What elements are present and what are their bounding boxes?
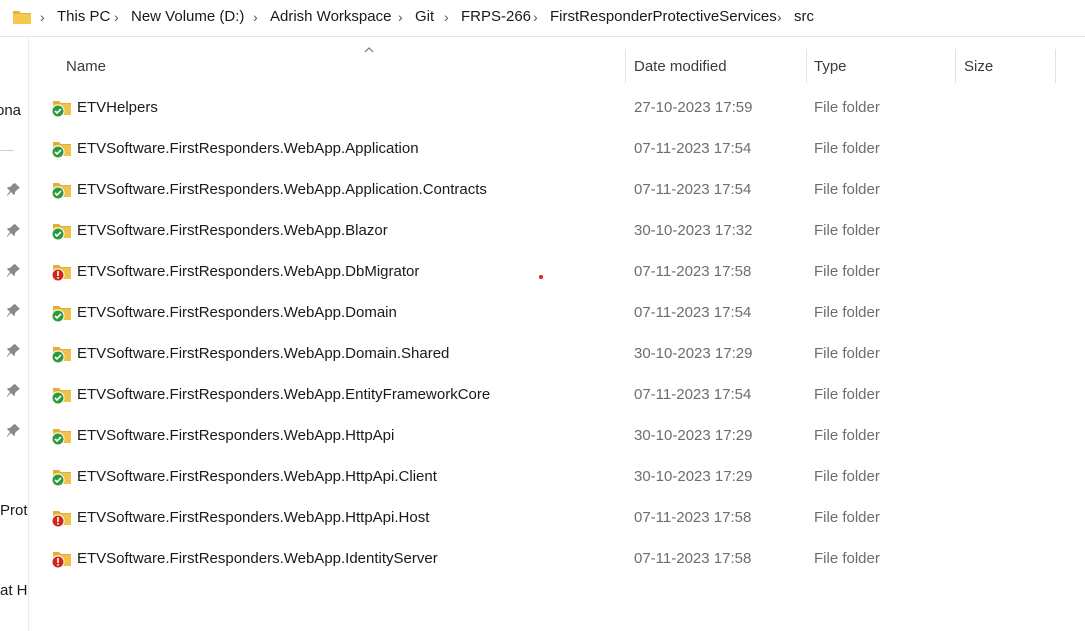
chevron-right-icon[interactable]: › — [40, 8, 45, 26]
pin-icon[interactable] — [7, 423, 21, 442]
pin-icon[interactable] — [7, 383, 21, 402]
chevron-right-icon[interactable]: › — [444, 8, 449, 26]
folder-synced-icon — [51, 139, 73, 159]
file-name: ETVHelpers — [77, 99, 158, 116]
folder-synced-icon — [51, 98, 73, 118]
column-divider[interactable] — [625, 49, 626, 83]
file-date-modified: 27-10-2023 17:59 — [634, 99, 753, 116]
chevron-right-icon[interactable]: › — [253, 8, 258, 26]
pin-icon[interactable] — [7, 263, 21, 282]
file-row[interactable]: ETVSoftware.FirstResponders.WebApp.HttpA… — [28, 458, 1085, 496]
folder-synced-icon — [51, 221, 73, 241]
column-divider[interactable] — [806, 49, 807, 83]
breadcrumb-src[interactable]: src — [794, 8, 814, 26]
file-date-modified: 07-11-2023 17:58 — [634, 509, 752, 526]
file-date-modified: 30-10-2023 17:29 — [634, 345, 753, 362]
pin-icon[interactable] — [7, 343, 21, 362]
folder-synced-icon — [51, 344, 73, 364]
file-type: File folder — [814, 345, 880, 362]
breadcrumb-adrish-workspace[interactable]: Adrish Workspace — [270, 8, 391, 26]
file-name: ETVSoftware.FirstResponders.WebApp.Entit… — [77, 386, 491, 403]
file-date-modified: 07-11-2023 17:54 — [634, 304, 752, 321]
file-row[interactable]: ETVHelpers 27-10-2023 17:59 File folder — [28, 89, 1085, 127]
file-date-modified: 07-11-2023 17:58 — [634, 263, 752, 280]
file-name: ETVSoftware.FirstResponders.WebApp.HttpA… — [77, 427, 395, 444]
file-name: ETVSoftware.FirstResponders.WebApp.Domai… — [77, 304, 397, 321]
breadcrumb-frps-266[interactable]: FRPS-266 — [461, 8, 531, 26]
column-size[interactable]: Size — [964, 58, 993, 76]
navigation-pane[interactable]: ona Prot at H — [0, 37, 29, 631]
pin-icon[interactable] — [7, 223, 21, 242]
breadcrumb-first-responder-protective-services[interactable]: FirstResponderProtectiveServices — [550, 8, 777, 26]
file-date-modified: 07-11-2023 17:54 — [634, 181, 752, 198]
file-row[interactable]: ETVSoftware.FirstResponders.WebApp.HttpA… — [28, 499, 1085, 537]
column-name[interactable]: Name — [66, 58, 106, 76]
file-row[interactable]: ETVSoftware.FirstResponders.WebApp.Domai… — [28, 335, 1085, 373]
pin-icon[interactable] — [7, 182, 21, 201]
file-date-modified: 07-11-2023 17:54 — [634, 140, 752, 157]
file-name: ETVSoftware.FirstResponders.WebApp.Domai… — [77, 345, 450, 362]
folder-synced-icon — [51, 180, 73, 200]
column-divider[interactable] — [1055, 49, 1056, 83]
file-date-modified: 07-11-2023 17:58 — [634, 550, 752, 567]
file-type: File folder — [814, 550, 880, 567]
folder-icon — [12, 8, 32, 30]
file-name: ETVSoftware.FirstResponders.WebApp.Appli… — [77, 140, 419, 157]
folder-modified-icon — [51, 508, 73, 528]
folder-modified-icon — [51, 262, 73, 282]
file-type: File folder — [814, 509, 880, 526]
folder-synced-icon — [51, 426, 73, 446]
breadcrumb-new-volume[interactable]: New Volume (D:) — [131, 8, 244, 26]
file-date-modified: 30-10-2023 17:29 — [634, 427, 753, 444]
chevron-right-icon[interactable]: › — [114, 8, 119, 26]
breadcrumb-this-pc[interactable]: This PC — [57, 8, 110, 26]
file-date-modified: 30-10-2023 17:32 — [634, 222, 753, 239]
column-date-modified[interactable]: Date modified — [634, 58, 727, 76]
folder-modified-icon — [51, 549, 73, 569]
file-name: ETVSoftware.FirstResponders.WebApp.DbMig… — [77, 263, 420, 280]
nav-item-partial[interactable]: at H — [0, 582, 28, 600]
file-type: File folder — [814, 263, 880, 280]
file-type: File folder — [814, 99, 880, 116]
file-name: ETVSoftware.FirstResponders.WebApp.Appli… — [77, 181, 487, 198]
file-row[interactable]: ETVSoftware.FirstResponders.WebApp.Appli… — [28, 130, 1085, 168]
file-row[interactable]: ETVSoftware.FirstResponders.WebApp.Ident… — [28, 540, 1085, 578]
column-type[interactable]: Type — [814, 58, 847, 76]
cursor-dot — [539, 275, 543, 279]
file-row[interactable]: ETVSoftware.FirstResponders.WebApp.DbMig… — [28, 253, 1085, 291]
address-bar[interactable]: › This PC › New Volume (D:) › Adrish Wor… — [0, 0, 1085, 37]
chevron-right-icon[interactable]: › — [533, 8, 538, 26]
file-type: File folder — [814, 427, 880, 444]
file-date-modified: 07-11-2023 17:54 — [634, 386, 752, 403]
file-type: File folder — [814, 304, 880, 321]
file-row[interactable]: ETVSoftware.FirstResponders.WebApp.Appli… — [28, 171, 1085, 209]
file-type: File folder — [814, 468, 880, 485]
folder-synced-icon — [51, 467, 73, 487]
file-name: ETVSoftware.FirstResponders.WebApp.HttpA… — [77, 509, 430, 526]
sort-ascending-icon — [364, 45, 374, 56]
breadcrumb-git[interactable]: Git — [415, 8, 434, 26]
file-name: ETVSoftware.FirstResponders.WebApp.HttpA… — [77, 468, 437, 485]
chevron-right-icon[interactable]: › — [398, 8, 403, 26]
file-row[interactable]: ETVSoftware.FirstResponders.WebApp.Blazo… — [28, 212, 1085, 250]
chevron-right-icon[interactable]: › — [777, 8, 782, 26]
file-date-modified: 30-10-2023 17:29 — [634, 468, 753, 485]
file-type: File folder — [814, 222, 880, 239]
column-divider[interactable] — [955, 49, 956, 83]
file-row[interactable]: ETVSoftware.FirstResponders.WebApp.Domai… — [28, 294, 1085, 332]
file-type: File folder — [814, 181, 880, 198]
nav-item-partial[interactable]: ona — [0, 102, 21, 120]
folder-synced-icon — [51, 385, 73, 405]
file-name: ETVSoftware.FirstResponders.WebApp.Ident… — [77, 550, 438, 567]
file-type: File folder — [814, 140, 880, 157]
file-row[interactable]: ETVSoftware.FirstResponders.WebApp.Entit… — [28, 376, 1085, 414]
column-header: Name Date modified Type Size — [28, 37, 1085, 89]
pin-icon[interactable] — [7, 303, 21, 322]
file-name: ETVSoftware.FirstResponders.WebApp.Blazo… — [77, 222, 388, 239]
folder-synced-icon — [51, 303, 73, 323]
nav-divider — [0, 150, 14, 151]
file-type: File folder — [814, 386, 880, 403]
file-row[interactable]: ETVSoftware.FirstResponders.WebApp.HttpA… — [28, 417, 1085, 455]
nav-item-partial[interactable]: Prot — [0, 502, 28, 520]
